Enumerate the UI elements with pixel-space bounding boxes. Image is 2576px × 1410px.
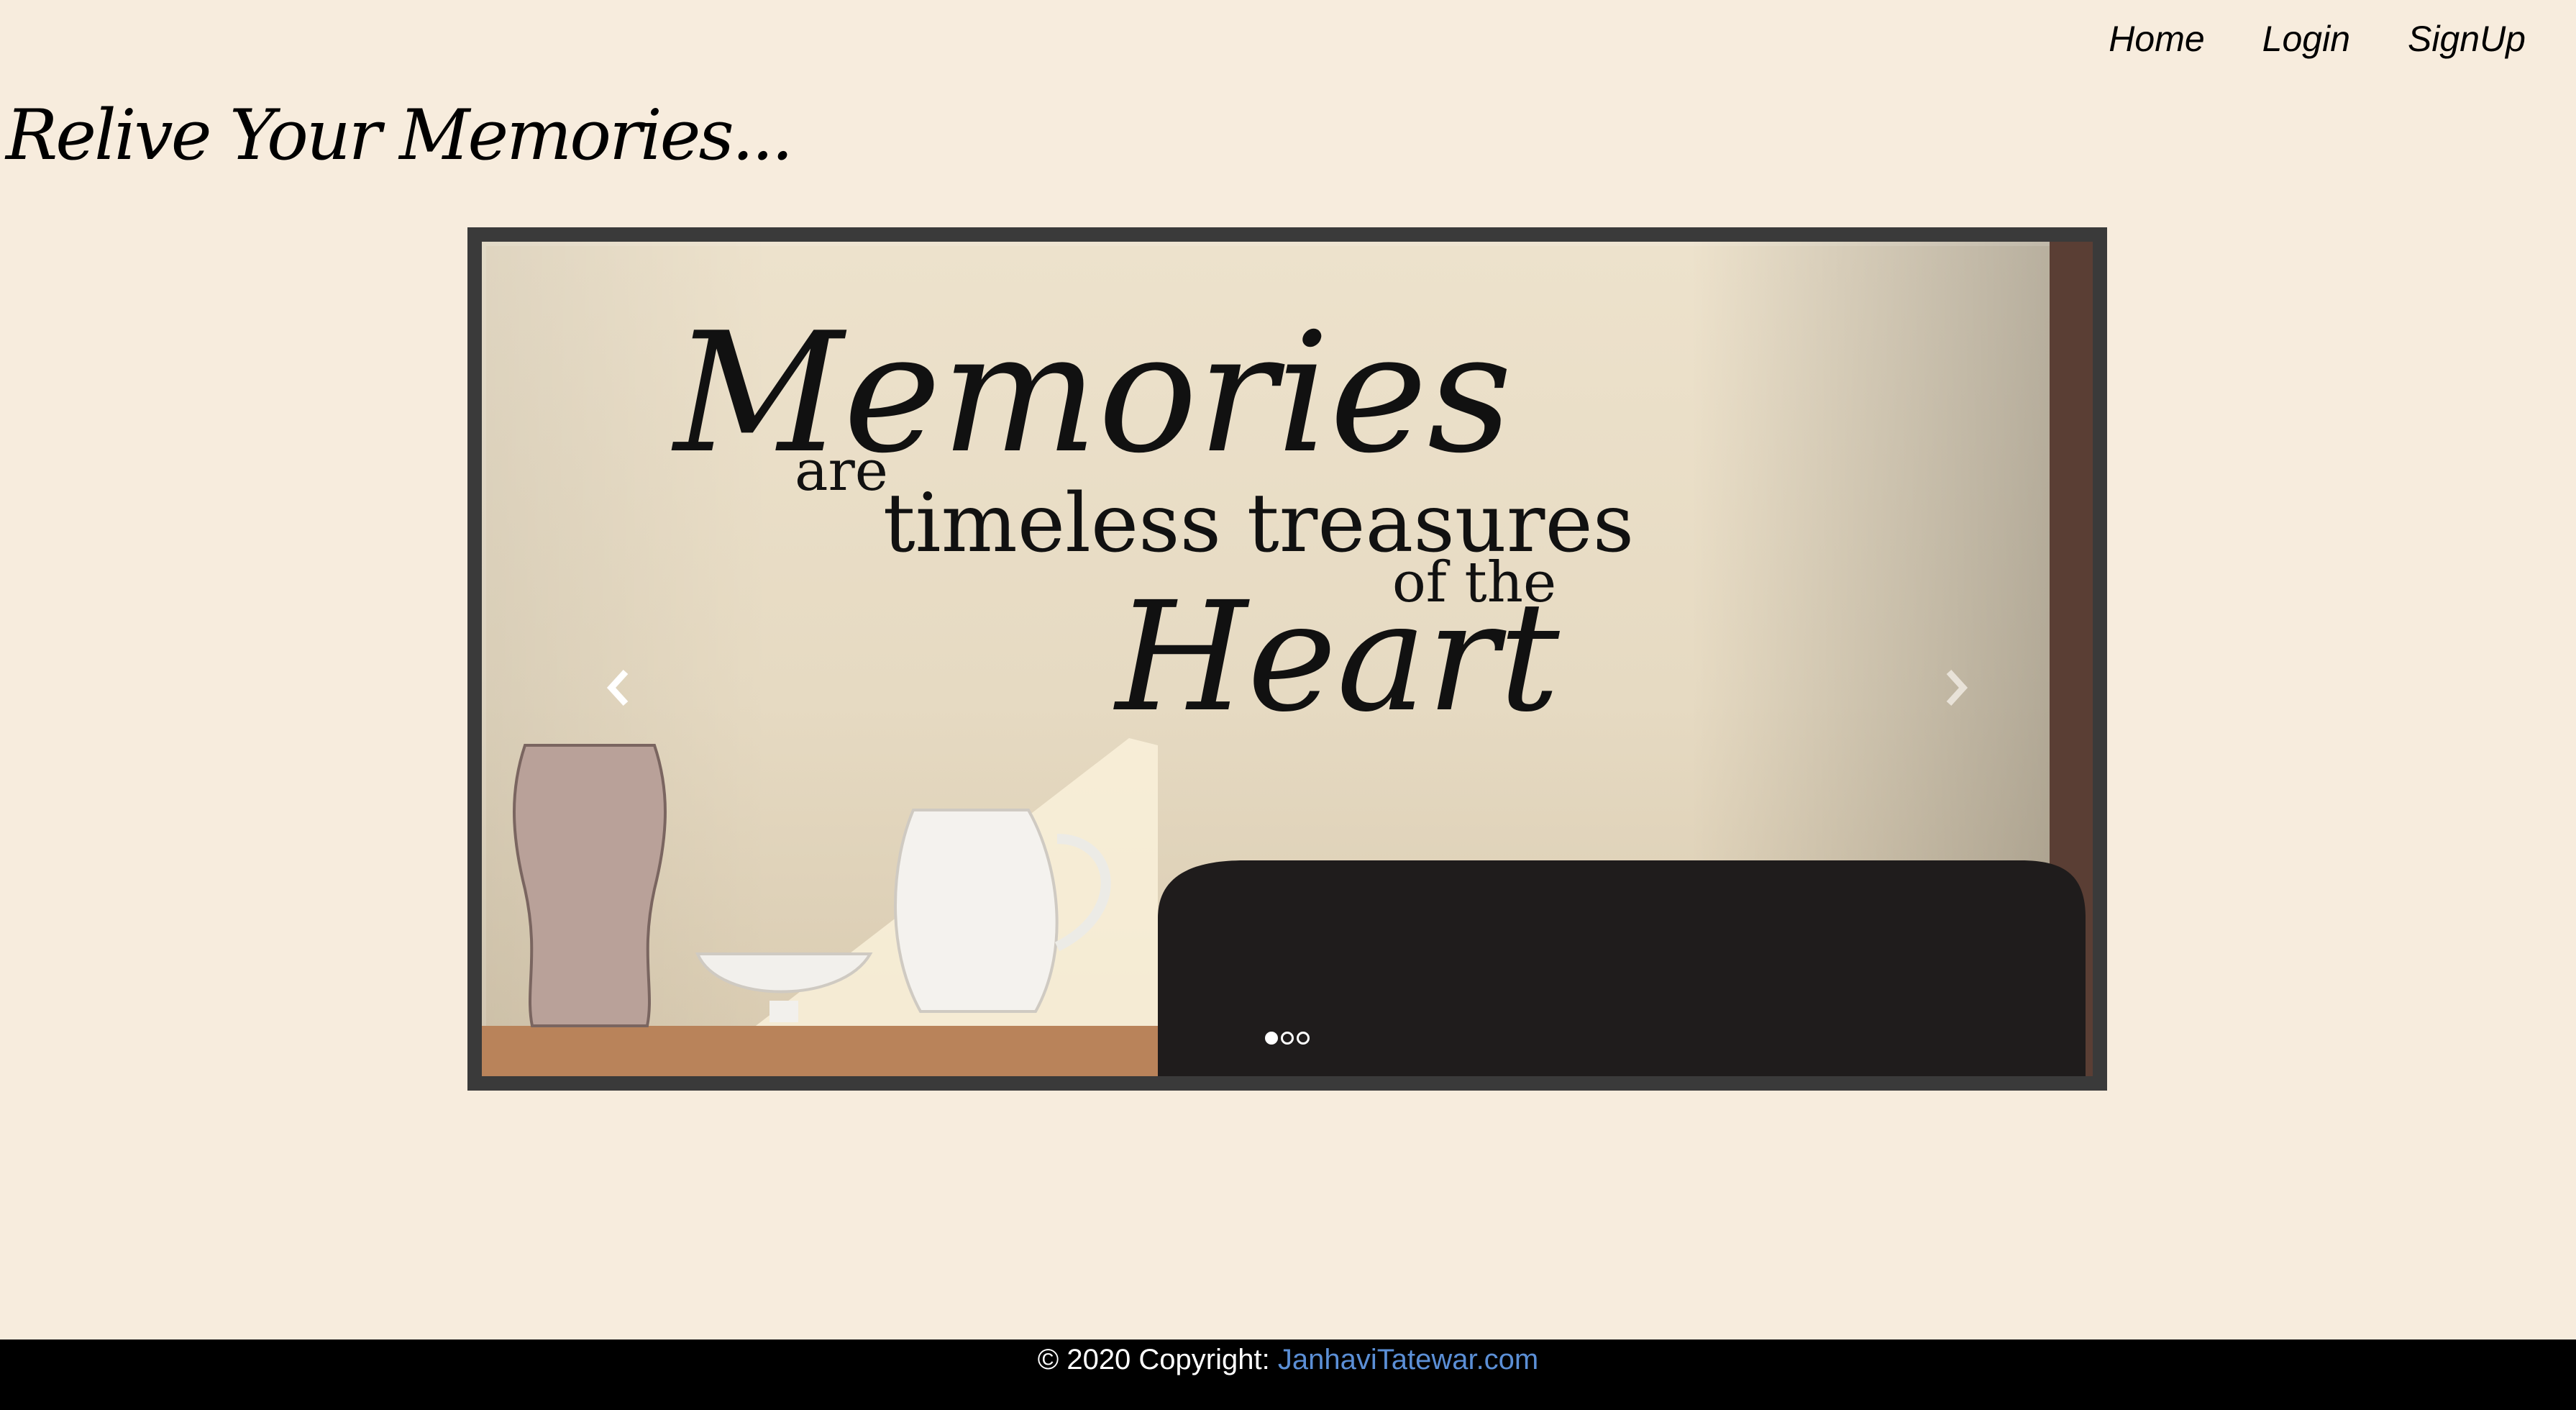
carousel-indicator-dot[interactable] [1297, 1032, 1310, 1045]
slide-quote: Memories are timeless treasures of the H… [671, 298, 1634, 745]
carousel-indicator-dot[interactable] [1281, 1032, 1294, 1045]
nav-home-link[interactable]: Home [2109, 13, 2204, 65]
carousel-indicator-dot[interactable] [1265, 1032, 1278, 1045]
page: Home Login SignUp Relive Your Memories..… [0, 0, 2576, 1410]
carousel-indicators [1265, 1032, 1310, 1045]
nav-login-link[interactable]: Login [2262, 13, 2350, 65]
quote-line-2: are [795, 439, 888, 504]
footer-copyright: © 2020 Copyright: [1037, 1344, 1278, 1375]
top-nav: Home Login SignUp [2109, 13, 2526, 65]
carousel-next-button[interactable] [1935, 659, 1978, 717]
footer-site-link[interactable]: JanhaviTatewar.com [1278, 1344, 1538, 1375]
nav-signup-link[interactable]: SignUp [2408, 13, 2526, 65]
carousel-prev-button[interactable] [597, 659, 640, 717]
chevron-left-icon [606, 669, 629, 706]
image-carousel: Memories are timeless treasures of the H… [467, 227, 2107, 1091]
page-footer: © 2020 Copyright: JanhaviTatewar.com [0, 1340, 2576, 1410]
carousel-slide-image: Memories are timeless treasures of the H… [482, 242, 2093, 1076]
page-heading: Relive Your Memories... [6, 95, 793, 176]
quote-line-5: Heart [1113, 569, 1560, 745]
chevron-right-icon [1946, 669, 1968, 706]
